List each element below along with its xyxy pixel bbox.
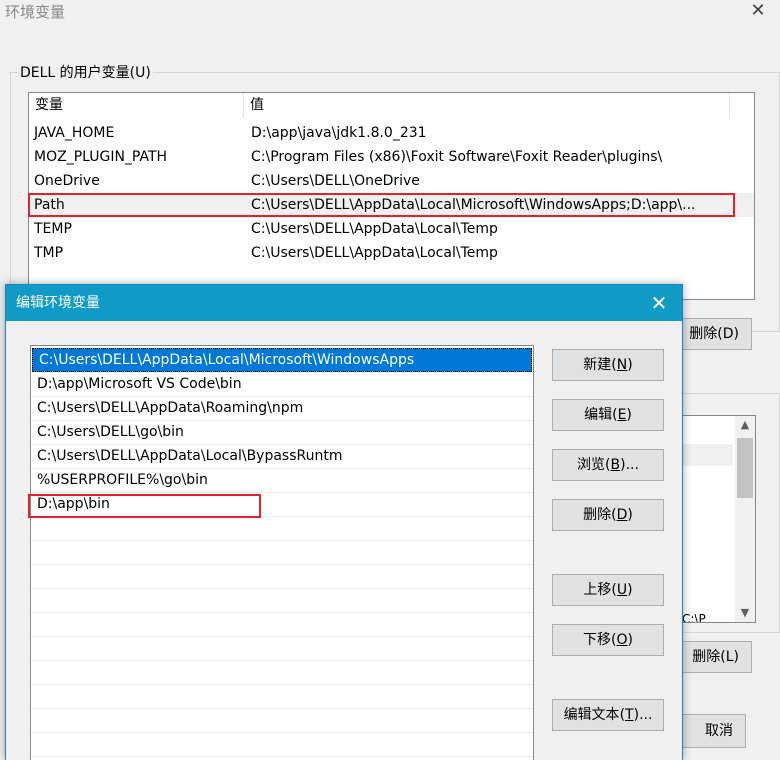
access-key: B (610, 457, 621, 473)
delete-user-variable-button[interactable]: 删除(D) (672, 318, 752, 350)
variable-value: C:\Users\DELL\AppData\Local\Temp (251, 245, 498, 261)
access-key: D (616, 507, 628, 523)
button-label: 编辑文本 (563, 707, 620, 723)
browse-button[interactable]: 浏览(B)... (552, 449, 664, 481)
empty-list-row[interactable] (31, 589, 533, 613)
table-row[interactable]: TMP C:\Users\DELL\AppData\Local\Temp (29, 241, 754, 265)
edit-text-button[interactable]: 编辑文本(T)... (552, 699, 664, 731)
empty-list-row[interactable] (31, 541, 533, 565)
access-key: T (625, 707, 634, 723)
empty-list-row[interactable] (31, 613, 533, 637)
button-suffix: ... (639, 707, 653, 723)
list-item[interactable]: D:\app\Microsoft VS Code\bin (31, 373, 533, 397)
empty-list-row[interactable] (31, 733, 533, 757)
variable-name: TMP (34, 245, 64, 261)
list-item[interactable]: C:\Users\DELL\go\bin (31, 421, 533, 445)
column-header-filler (730, 93, 754, 118)
table-row[interactable]: OneDrive C:\Users\DELL\OneDrive (29, 169, 754, 193)
empty-list-row[interactable] (31, 661, 533, 685)
window-title: 环境变量 (5, 3, 66, 21)
button-suffix: ... (625, 457, 639, 473)
button-label: 下移 (583, 632, 612, 648)
move-down-button[interactable]: 下移(O) (552, 624, 664, 656)
scroll-down-icon[interactable]: ▼ (735, 604, 755, 622)
edit-button[interactable]: 编辑(E) (552, 399, 664, 431)
dialog-title: 编辑环境变量 (16, 295, 100, 311)
highlight-box (28, 494, 261, 518)
delete-system-variable-button[interactable]: 删除(L) (672, 641, 752, 673)
table-row[interactable]: JAVA_HOME D:\app\java\jdk1.8.0_231 (29, 121, 754, 145)
list-item-selected[interactable]: C:\Users\DELL\AppData\Local\Microsoft\Wi… (32, 348, 532, 372)
path-entries-list[interactable]: C:\Users\DELL\AppData\Local\Microsoft\Wi… (30, 345, 534, 760)
button-label: 删除 (583, 507, 612, 523)
button-label: 上移 (583, 582, 612, 598)
access-key: N (616, 357, 628, 373)
move-up-button[interactable]: 上移(U) (552, 574, 664, 606)
button-label: 浏览 (577, 457, 606, 473)
cancel-button[interactable]: 取消 (672, 714, 746, 748)
empty-list-row[interactable] (31, 637, 533, 661)
variable-value: C:\Users\DELL\OneDrive (251, 173, 420, 189)
list-item-selected[interactable] (681, 444, 733, 466)
highlight-box (28, 193, 735, 217)
scrollbar-thumb[interactable] (737, 438, 753, 498)
edit-environment-variable-dialog: 编辑环境变量 ✕ C:\Users\DELL\AppData\Local\Mic… (5, 284, 683, 760)
empty-list-row[interactable] (31, 685, 533, 709)
variable-name: JAVA_HOME (34, 125, 115, 141)
dialog-titlebar[interactable]: 编辑环境变量 ✕ (6, 285, 682, 321)
access-key: O (616, 632, 628, 648)
variable-value: C:\Program Files (x86)\Foxit Software\Fo… (251, 149, 663, 165)
empty-list-row[interactable] (31, 565, 533, 589)
close-icon[interactable]: ✕ (644, 285, 674, 321)
table-row[interactable]: MOZ_PLUGIN_PATH C:\Program Files (x86)\F… (29, 145, 754, 169)
column-header-variable[interactable]: 变量 (29, 93, 244, 118)
list-item[interactable]: C:\Users\DELL\AppData\Local\BypassRuntm (31, 445, 533, 469)
vertical-scrollbar[interactable]: ▲ ▼ (735, 416, 755, 622)
variable-value: C:\Users\DELL\AppData\Local\Temp (251, 221, 498, 237)
close-icon[interactable]: ✕ (744, 0, 772, 22)
new-button[interactable]: 新建(N) (552, 349, 664, 381)
access-key: E (617, 407, 627, 423)
button-label: 编辑 (584, 407, 613, 423)
variable-name: OneDrive (34, 173, 100, 189)
list-item[interactable]: C:\Users\DELL\AppData\Roaming\npm (31, 397, 533, 421)
access-key: U (616, 582, 628, 598)
variable-name: MOZ_PLUGIN_PATH (34, 149, 168, 165)
table-row[interactable]: TEMP C:\Users\DELL\AppData\Local\Temp (29, 217, 754, 241)
variable-name: TEMP (34, 221, 72, 237)
list-item[interactable]: %USERPROFILE%\go\bin (31, 469, 533, 493)
empty-list-row[interactable] (31, 709, 533, 733)
empty-list-row[interactable] (31, 517, 533, 541)
user-variables-label: DELL 的用户变量(U) (18, 62, 153, 82)
delete-button[interactable]: 删除(D) (552, 499, 664, 531)
scroll-up-icon[interactable]: ▲ (735, 416, 755, 434)
button-label: 新建 (583, 357, 612, 373)
list-item-text: C:\P (682, 612, 706, 623)
column-header-value[interactable]: 值 (244, 93, 730, 118)
variable-value: D:\app\java\jdk1.8.0_231 (251, 125, 427, 141)
system-variables-list[interactable]: C:\P ▲ ▼ (680, 415, 756, 623)
